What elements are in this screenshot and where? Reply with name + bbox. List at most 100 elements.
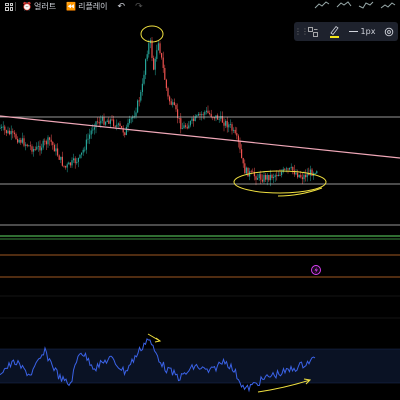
mini-chart-icon[interactable] bbox=[358, 0, 374, 10]
candle-body bbox=[218, 118, 220, 120]
candle-body bbox=[217, 115, 219, 120]
layout-icon bbox=[308, 26, 318, 37]
mini-chart-icon[interactable] bbox=[314, 0, 330, 10]
candle-body bbox=[225, 120, 227, 126]
candle-body bbox=[284, 168, 286, 170]
candle-body bbox=[242, 157, 244, 164]
settings-button[interactable] bbox=[380, 22, 398, 41]
candle-body bbox=[90, 130, 92, 135]
candle-body bbox=[191, 118, 193, 121]
layout-button[interactable] bbox=[302, 22, 324, 41]
mini-chart-icon[interactable] bbox=[380, 0, 396, 10]
candle-body bbox=[97, 121, 99, 123]
alarm-clock-icon: ⏰ bbox=[22, 2, 32, 11]
candle-body bbox=[15, 134, 17, 139]
candle-body bbox=[204, 111, 206, 115]
candle-body bbox=[231, 124, 233, 131]
candle-body bbox=[85, 139, 87, 150]
candle-body bbox=[188, 125, 190, 129]
candle-body bbox=[103, 117, 105, 125]
candle-body bbox=[247, 167, 249, 177]
candle-body bbox=[33, 149, 35, 152]
candle-body bbox=[55, 148, 57, 152]
drag-handle-icon[interactable]: ⋮⋮ bbox=[294, 27, 309, 36]
candle-body bbox=[74, 158, 76, 164]
candle-body bbox=[52, 141, 54, 145]
candle-body bbox=[2, 126, 4, 128]
candle-body bbox=[170, 101, 172, 105]
candle-body bbox=[263, 175, 265, 182]
candle-body bbox=[68, 162, 70, 165]
candle-body bbox=[301, 177, 303, 180]
candle-body bbox=[135, 112, 137, 117]
candle-body bbox=[298, 174, 300, 178]
candle-body bbox=[178, 118, 180, 119]
replay-button[interactable]: ⏪ 리플레이 bbox=[66, 1, 107, 12]
candle-body bbox=[165, 79, 167, 89]
candle-body bbox=[196, 115, 198, 117]
candle-body bbox=[285, 168, 287, 170]
candle-body bbox=[258, 174, 260, 179]
highlighter-color-button[interactable] bbox=[324, 22, 344, 41]
alert-button[interactable]: ⏰ 얼러트 bbox=[22, 1, 56, 12]
candle-body bbox=[261, 179, 263, 182]
candle-body bbox=[108, 120, 110, 124]
candle-body bbox=[9, 130, 11, 135]
candle-body bbox=[18, 139, 20, 143]
candle-body bbox=[311, 169, 313, 176]
candle-body bbox=[69, 162, 71, 166]
candle-body bbox=[1, 126, 3, 128]
candle-body bbox=[76, 161, 78, 164]
candle-body bbox=[109, 119, 111, 124]
candle-body bbox=[98, 122, 100, 124]
drawing-toolbar: ⋮⋮ 1px bbox=[294, 22, 398, 41]
trendline[interactable] bbox=[0, 115, 400, 159]
candle-body bbox=[162, 57, 164, 68]
settings-icon bbox=[384, 27, 394, 36]
candle-body bbox=[25, 144, 27, 146]
candle-body bbox=[129, 119, 131, 124]
candle-body bbox=[82, 149, 84, 153]
candle-body bbox=[5, 130, 7, 134]
candle-body bbox=[31, 146, 33, 152]
candle-body bbox=[207, 110, 209, 114]
candle-body bbox=[229, 124, 231, 125]
candle-body bbox=[244, 163, 246, 174]
price-candles bbox=[0, 37, 318, 187]
candle-body bbox=[257, 178, 259, 180]
grid-icon[interactable] bbox=[5, 2, 13, 11]
candle-body bbox=[228, 124, 230, 128]
redo-button[interactable]: ↷ bbox=[135, 2, 143, 12]
candle-body bbox=[61, 156, 63, 166]
candle-body bbox=[189, 120, 191, 126]
candle-body bbox=[271, 174, 273, 179]
candle-body bbox=[279, 174, 281, 176]
mini-chart-tabs bbox=[314, 0, 400, 10]
alert-marker[interactable] bbox=[311, 265, 321, 275]
candle-body bbox=[156, 50, 158, 59]
candle-body bbox=[111, 119, 113, 121]
candle-body bbox=[276, 175, 278, 177]
candle-body bbox=[58, 155, 60, 160]
candle-body bbox=[241, 149, 243, 158]
candle-body bbox=[77, 157, 79, 162]
candle-body bbox=[114, 126, 116, 127]
mini-chart-icon[interactable] bbox=[336, 0, 352, 10]
candle-body bbox=[287, 168, 289, 170]
candle-body bbox=[60, 156, 62, 160]
candle-body bbox=[17, 138, 19, 143]
candle-body bbox=[305, 174, 307, 178]
candle-body bbox=[303, 174, 305, 180]
line-width-button[interactable]: 1px bbox=[344, 22, 380, 41]
candle-body bbox=[233, 129, 235, 131]
candle-body bbox=[0, 127, 1, 129]
undo-button[interactable]: ↶ bbox=[118, 2, 126, 12]
candle-body bbox=[57, 148, 59, 156]
candle-body bbox=[137, 100, 139, 113]
chart-canvas[interactable] bbox=[0, 0, 400, 400]
candle-body bbox=[127, 123, 129, 127]
candle-body bbox=[239, 141, 241, 150]
candle-body bbox=[121, 126, 123, 128]
highlighter-icon bbox=[329, 25, 339, 38]
candle-body bbox=[71, 160, 73, 166]
